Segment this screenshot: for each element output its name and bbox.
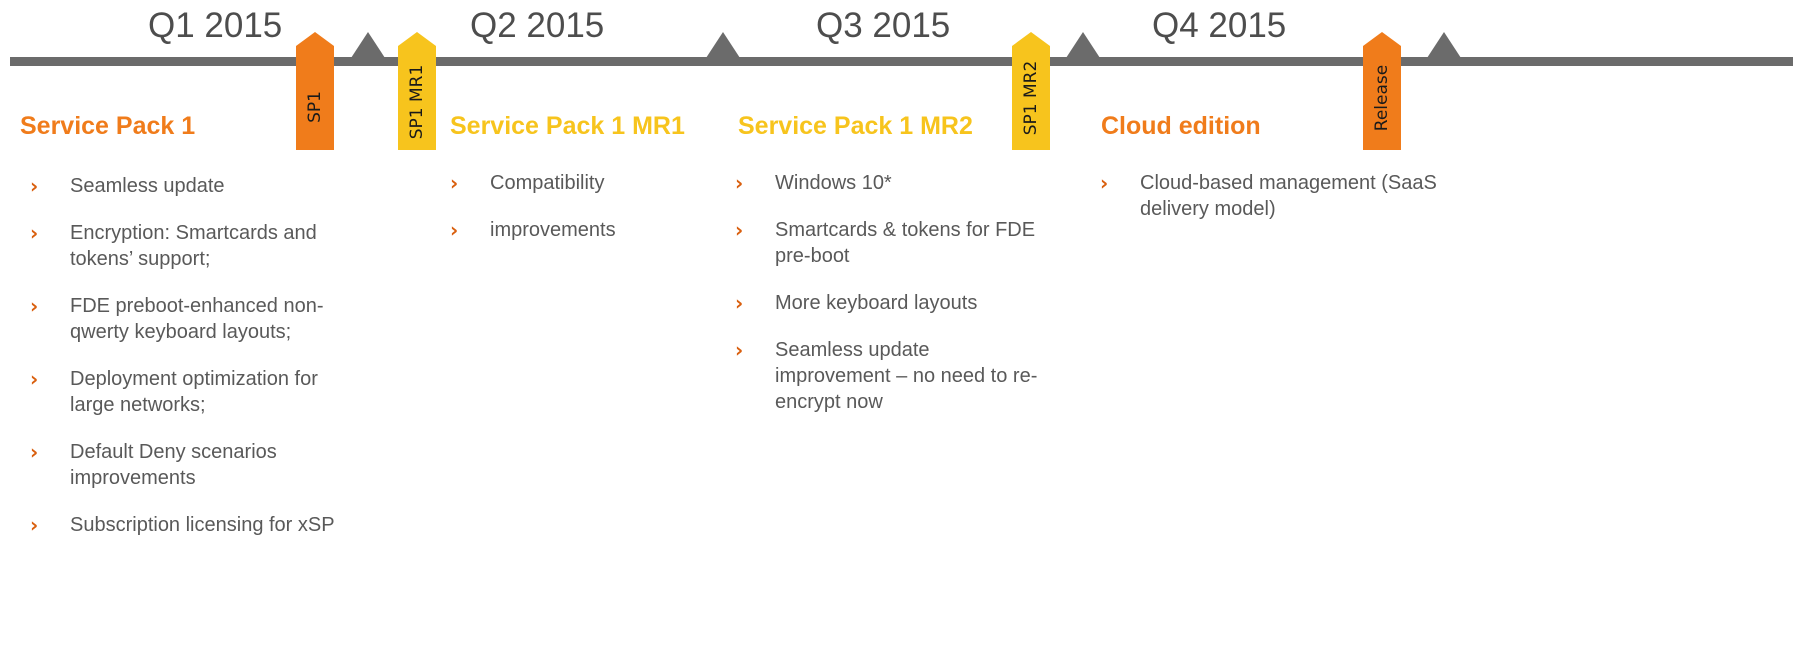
list-item-text: Compatibility — [490, 172, 605, 194]
list-item-text: Windows 10* — [775, 172, 892, 194]
list-item-text: Cloud-based management (SaaS delivery mo… — [1140, 172, 1437, 220]
quarter-label-q4: Q4 2015 — [1152, 6, 1287, 45]
milestone-flag-release-label: Release — [1372, 64, 1392, 132]
list-item: › Windows 10* — [735, 170, 1045, 196]
feature-list-service-pack-1-mr2: › Windows 10* › Smartcards & tokens for FD… — [735, 170, 1045, 436]
quarter-label-q1: Q1 2015 — [148, 6, 283, 45]
list-item-text: FDE preboot-enhanced non-qwerty keyboard… — [70, 295, 324, 343]
list-item: › Default Deny scenarios improvements — [30, 439, 340, 491]
chevron-right-icon: › — [735, 171, 744, 195]
feature-list-service-pack-1: › Seamless update › Encryption: Smartcards… — [30, 173, 340, 559]
list-item: › Compatibility — [450, 170, 700, 196]
milestone-flag-sp1-mr2-label: SP1 MR2 — [1021, 60, 1041, 136]
milestone-flag-sp1-mr1: SP1 MR1 — [398, 32, 436, 150]
quarter-marker-3 — [1066, 32, 1100, 58]
quarter-label-q3: Q3 2015 — [816, 6, 951, 45]
list-item: › Deployment optimization for large netwo… — [30, 366, 340, 418]
list-item-text: Seamless update — [70, 175, 225, 197]
list-item-text: Subscription licensing for xSP — [70, 514, 335, 536]
list-item-text: Encryption: Smartcards and tokens’ suppo… — [70, 222, 317, 270]
chevron-right-icon: › — [450, 171, 459, 195]
list-item: › Smartcards & tokens for FDE pre-boot — [735, 217, 1045, 269]
chevron-right-icon: › — [30, 513, 39, 537]
milestone-flag-release: Release — [1363, 32, 1401, 150]
list-item-text: More keyboard layouts — [775, 292, 978, 314]
list-item-text: Smartcards & tokens for FDE pre-boot — [775, 219, 1036, 267]
milestone-flag-sp1-mr2: SP1 MR2 — [1012, 32, 1050, 150]
milestone-flag-sp1-mr1-label: SP1 MR1 — [407, 64, 427, 140]
quarter-marker-4 — [1427, 32, 1461, 58]
list-item-text: improvements — [490, 219, 616, 241]
chevron-right-icon: › — [30, 174, 39, 198]
milestone-flag-sp1-label: SP1 — [305, 91, 325, 123]
list-item-text: Seamless update improvement – no need to… — [775, 339, 1038, 413]
timeline-bar — [10, 57, 1793, 66]
feature-list-cloud-edition: › Cloud-based management (SaaS delivery m… — [1100, 170, 1500, 243]
list-item: › Cloud-based management (SaaS delivery m… — [1100, 170, 1500, 222]
heading-cloud-edition: Cloud edition — [1101, 112, 1261, 140]
list-item: › More keyboard layouts — [735, 290, 1045, 316]
chevron-right-icon: › — [735, 338, 744, 362]
chevron-right-icon: › — [30, 294, 39, 318]
list-item: › FDE preboot-enhanced non-qwerty keyboar… — [30, 293, 340, 345]
list-item: › improvements — [450, 217, 700, 243]
chevron-right-icon: › — [735, 291, 744, 315]
heading-service-pack-1: Service Pack 1 — [20, 112, 196, 140]
heading-service-pack-1-mr2: Service Pack 1 MR2 — [738, 112, 973, 140]
chevron-right-icon: › — [450, 218, 459, 242]
chevron-right-icon: › — [30, 440, 39, 464]
list-item-text: Deployment optimization for large networ… — [70, 368, 318, 416]
chevron-right-icon: › — [1100, 171, 1109, 195]
list-item: › Subscription licensing for xSP — [30, 512, 340, 538]
list-item: › Encryption: Smartcards and tokens’ supp… — [30, 220, 340, 272]
milestone-flag-sp1: SP1 — [296, 32, 334, 150]
list-item-text: Default Deny scenarios improvements — [70, 441, 277, 489]
list-item: › Seamless update improvement – no need t… — [735, 337, 1045, 415]
quarter-label-q2: Q2 2015 — [470, 6, 605, 45]
feature-list-service-pack-1-mr1: › Compatibility › improvements — [450, 170, 700, 264]
heading-service-pack-1-mr1: Service Pack 1 MR1 — [450, 112, 685, 140]
quarter-marker-1 — [351, 32, 385, 58]
list-item: › Seamless update — [30, 173, 340, 199]
chevron-right-icon: › — [30, 221, 39, 245]
chevron-right-icon: › — [735, 218, 744, 242]
chevron-right-icon: › — [30, 367, 39, 391]
quarter-marker-2 — [706, 32, 740, 58]
